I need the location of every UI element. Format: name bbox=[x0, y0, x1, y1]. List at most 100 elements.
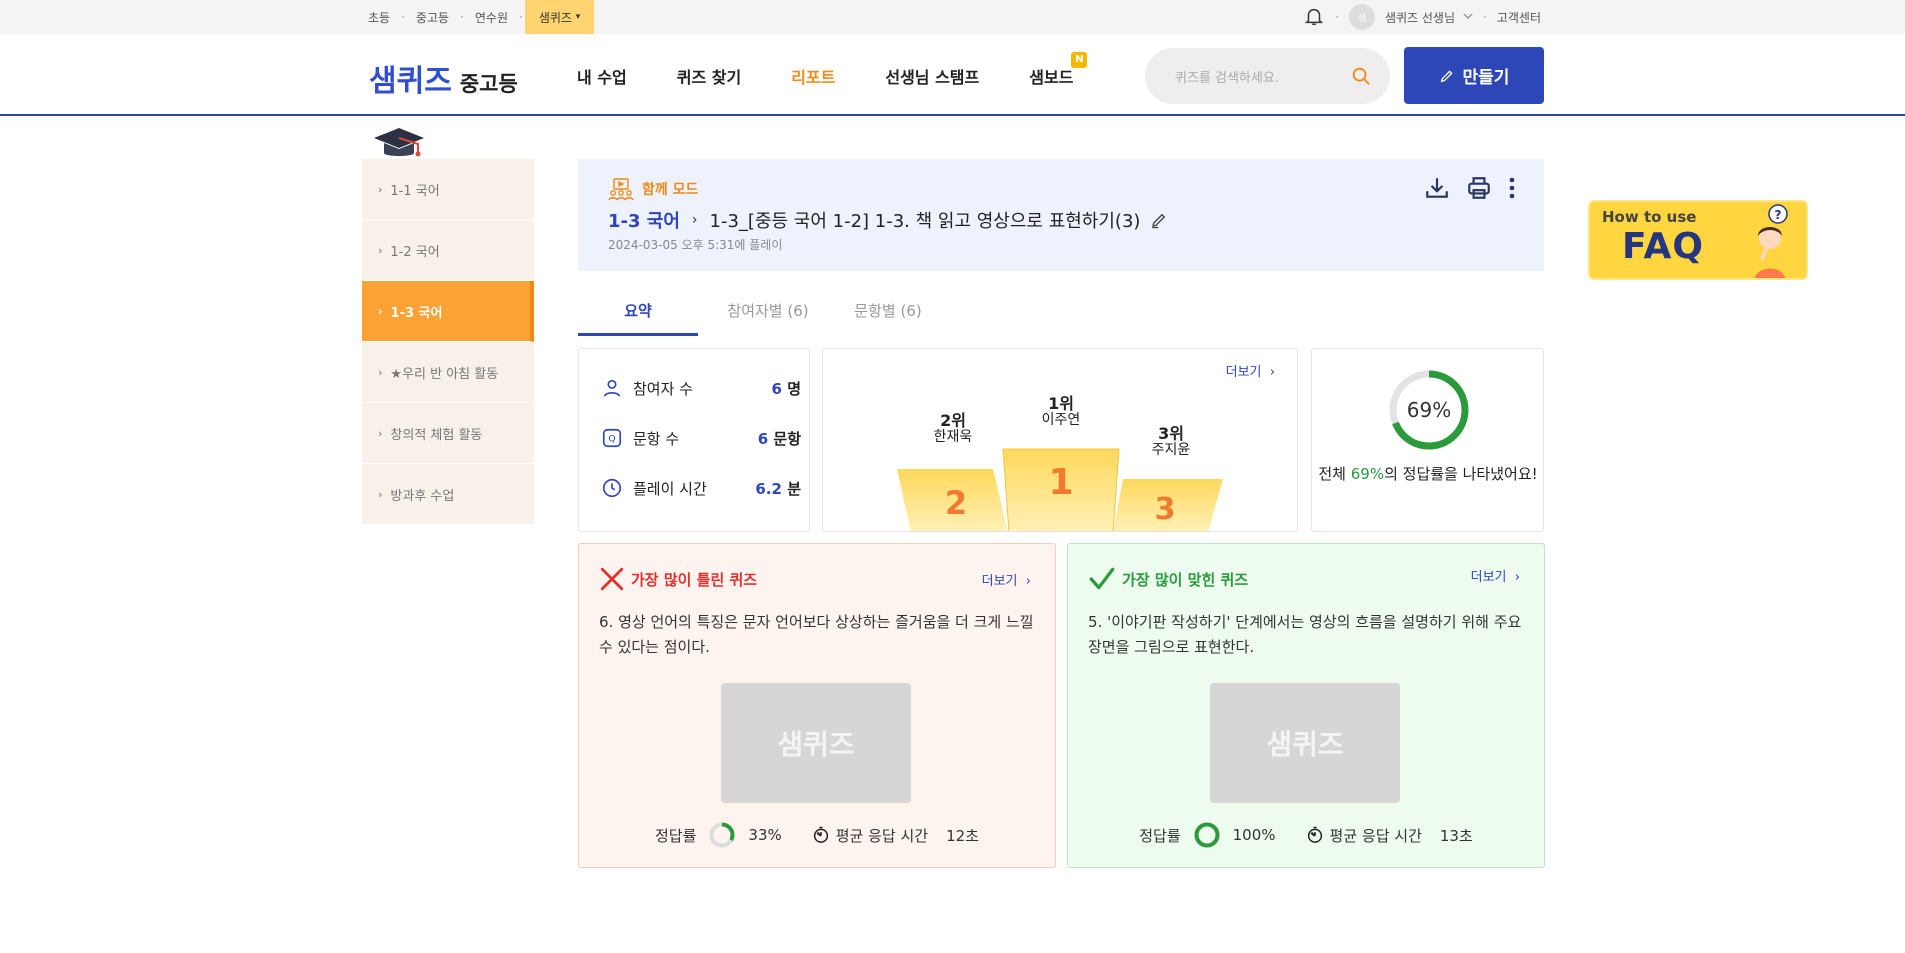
most-wrong-title: 가장 많이 틀린 퀴즈 bbox=[599, 566, 757, 592]
search-input[interactable]: 퀴즈를 검색하세요. bbox=[1145, 48, 1390, 104]
new-badge: N bbox=[1071, 52, 1088, 68]
most-correct-title: 가장 많이 맞힌 퀴즈 bbox=[1088, 566, 1248, 592]
sidebar-item-label: 1-2 국어 bbox=[390, 244, 440, 260]
sidebar-item-1-1[interactable]: › 1-1 국어 bbox=[362, 159, 534, 220]
pencil-icon bbox=[1440, 69, 1453, 82]
support-link[interactable]: 고객센터 bbox=[1497, 9, 1541, 26]
nav-sam-board[interactable]: 샘보드 N bbox=[1029, 52, 1088, 88]
sidebar-item-label: 방과후 수업 bbox=[390, 488, 455, 504]
edit-icon[interactable] bbox=[1150, 211, 1168, 229]
more-label: 더보기 bbox=[981, 574, 1018, 589]
playtime-number: 6.2 bbox=[755, 479, 782, 498]
podium-number: 3 bbox=[1155, 492, 1176, 527]
rate-value: 33% bbox=[748, 826, 782, 844]
breadcrumb-class[interactable]: 1-3 국어 bbox=[608, 207, 680, 233]
sidebar-item-label: 1-3 국어 bbox=[390, 305, 443, 321]
tab-summary[interactable]: 요약 bbox=[578, 300, 698, 336]
rate-arc bbox=[1194, 822, 1220, 848]
bell-icon[interactable] bbox=[1303, 5, 1325, 30]
link-training[interactable]: 연수원 bbox=[473, 9, 510, 26]
chevron-down-icon: ▾ bbox=[575, 12, 581, 22]
nav-teacher-stamp[interactable]: 선생님 스탬프 bbox=[885, 64, 979, 88]
time-label: 평균 응답 시간 bbox=[835, 826, 929, 845]
link-samquiz[interactable]: 샘퀴즈 ▾ bbox=[524, 0, 595, 34]
faq-line1: How to use bbox=[1602, 208, 1697, 226]
most-wrong-question: 6. 영상 언어의 특징은 문자 언어보다 상상하는 즐거움을 더 크게 느낄 … bbox=[599, 613, 1034, 656]
ranking-card: 더보기 › 1위 이주연 2위 한재욱 3위 주지윤 1 2 3 bbox=[822, 348, 1298, 532]
rate-label: 정답률 bbox=[1139, 826, 1181, 845]
most-correct-more-link[interactable]: 더보기 › bbox=[1471, 566, 1520, 585]
stopwatch-icon bbox=[813, 826, 828, 843]
separator: · bbox=[460, 10, 464, 24]
podium-number: 1 bbox=[1048, 462, 1073, 503]
nav-my-class[interactable]: 내 수업 bbox=[577, 64, 627, 88]
chevron-right-icon: › bbox=[378, 487, 383, 501]
accuracy-pre: 전체 bbox=[1318, 465, 1351, 483]
sidebar-item-morning[interactable]: › ★우리 반 아침 활동 bbox=[362, 342, 534, 403]
logo[interactable]: 샘퀴즈 중고등 bbox=[369, 56, 518, 100]
sidebar-item-creative[interactable]: › 창의적 체험 활동 bbox=[362, 403, 534, 464]
accuracy-donut: 69% bbox=[1388, 369, 1470, 455]
sidebar-item-1-2[interactable]: › 1-2 국어 bbox=[362, 220, 534, 281]
podium-number: 2 bbox=[945, 484, 967, 522]
avatar[interactable]: 샘 bbox=[1348, 4, 1375, 30]
play-date: 2024-03-05 오후 5:31에 플레이 bbox=[608, 238, 783, 252]
logo-main: 샘퀴즈 bbox=[369, 64, 452, 99]
separator: · bbox=[519, 10, 523, 24]
check-icon bbox=[1089, 567, 1115, 590]
chevron-right-icon: › bbox=[378, 304, 383, 318]
link-middle-high[interactable]: 중고등 bbox=[414, 9, 451, 26]
chevron-right-icon: › bbox=[378, 243, 383, 257]
report-actions bbox=[1408, 175, 1516, 201]
more-vertical-icon[interactable] bbox=[1508, 175, 1516, 201]
tab-participants[interactable]: 참여자별 (6) bbox=[708, 300, 828, 336]
nav-report[interactable]: 리포트 bbox=[791, 64, 835, 88]
chevron-down-icon[interactable] bbox=[1463, 10, 1473, 24]
chevron-right-icon: › bbox=[378, 182, 383, 196]
print-icon[interactable] bbox=[1466, 175, 1492, 201]
playtime-stat: 플레이 시간 6.2 분 bbox=[601, 477, 801, 499]
most-correct-title-text: 가장 많이 맞힌 퀴즈 bbox=[1122, 570, 1249, 589]
search-placeholder: 퀴즈를 검색하세요. bbox=[1175, 70, 1279, 86]
participants-unit: 명 bbox=[787, 379, 801, 398]
playtime-value: 6.2 분 bbox=[755, 478, 801, 499]
more-label: 더보기 bbox=[1470, 570, 1507, 585]
x-icon bbox=[600, 567, 624, 591]
nav-find-quiz[interactable]: 퀴즈 찾기 bbox=[677, 64, 741, 88]
questions-value: 6 문항 bbox=[758, 428, 801, 449]
make-button[interactable]: 만들기 bbox=[1404, 47, 1544, 104]
link-samquiz-label: 샘퀴즈 bbox=[538, 10, 572, 25]
search-icon[interactable] bbox=[1350, 65, 1372, 91]
question-thumbnail[interactable]: 샘퀴즈 bbox=[721, 683, 911, 803]
download-icon[interactable] bbox=[1424, 175, 1450, 201]
accuracy-card: 69% 전체 69%의 정답률을 나타냈어요! bbox=[1311, 348, 1544, 532]
faq-banner[interactable]: How to use FAQ ? bbox=[1588, 200, 1808, 280]
report-tabs: 요약 참여자별 (6) 문항별 (6) bbox=[578, 300, 948, 336]
sidebar-item-afterschool[interactable]: › 방과후 수업 bbox=[362, 464, 534, 525]
link-elementary[interactable]: 초등 bbox=[366, 9, 392, 26]
tab-questions[interactable]: 문항별 (6) bbox=[828, 300, 948, 336]
stopwatch-icon bbox=[1307, 826, 1322, 843]
most-wrong-more-link[interactable]: 더보기 › bbox=[982, 570, 1031, 589]
page-title: 1-3_[중등 국어 1-2] 1-3. 책 읽고 영상으로 표현하기(3) bbox=[709, 211, 1141, 232]
accuracy-post: 의 정답률을 나타냈어요! bbox=[1384, 465, 1538, 483]
faq-line2: FAQ bbox=[1622, 226, 1704, 267]
accuracy-caption: 전체 69%의 정답률을 나타냈어요! bbox=[1312, 463, 1544, 484]
make-button-label: 만들기 bbox=[1462, 68, 1510, 88]
user-name[interactable]: 샘퀴즈 선생님 bbox=[1385, 9, 1455, 26]
accuracy-percent: 69% bbox=[1407, 398, 1451, 422]
user-menu: · 샘 샘퀴즈 선생님 · 고객센터 bbox=[1303, 0, 1541, 34]
main-nav: 내 수업 퀴즈 찾기 리포트 선생님 스탬프 샘보드 N bbox=[577, 52, 1123, 88]
sidebar-item-label: 1-1 국어 bbox=[390, 183, 440, 199]
sidebar-item-1-3[interactable]: › 1-3 국어 bbox=[362, 281, 534, 342]
separator: · bbox=[401, 10, 405, 24]
chevron-right-icon: › bbox=[378, 426, 383, 440]
breadcrumb: 1-3 국어 › 1-3_[중등 국어 1-2] 1-3. 책 읽고 영상으로 … bbox=[608, 207, 1168, 233]
separator: · bbox=[1483, 10, 1487, 24]
stats-card: 참여자 수 6 명 Q 문항 수 6 문항 플레이 시간 6.2 분 bbox=[578, 348, 810, 532]
question-thumbnail[interactable]: 샘퀴즈 bbox=[1210, 683, 1400, 803]
podium-graphic: 1 2 3 bbox=[897, 448, 1223, 531]
separator: · bbox=[1335, 10, 1339, 24]
questions-unit: 문항 bbox=[773, 429, 801, 448]
questions-stat: Q 문항 수 6 문항 bbox=[601, 427, 801, 449]
